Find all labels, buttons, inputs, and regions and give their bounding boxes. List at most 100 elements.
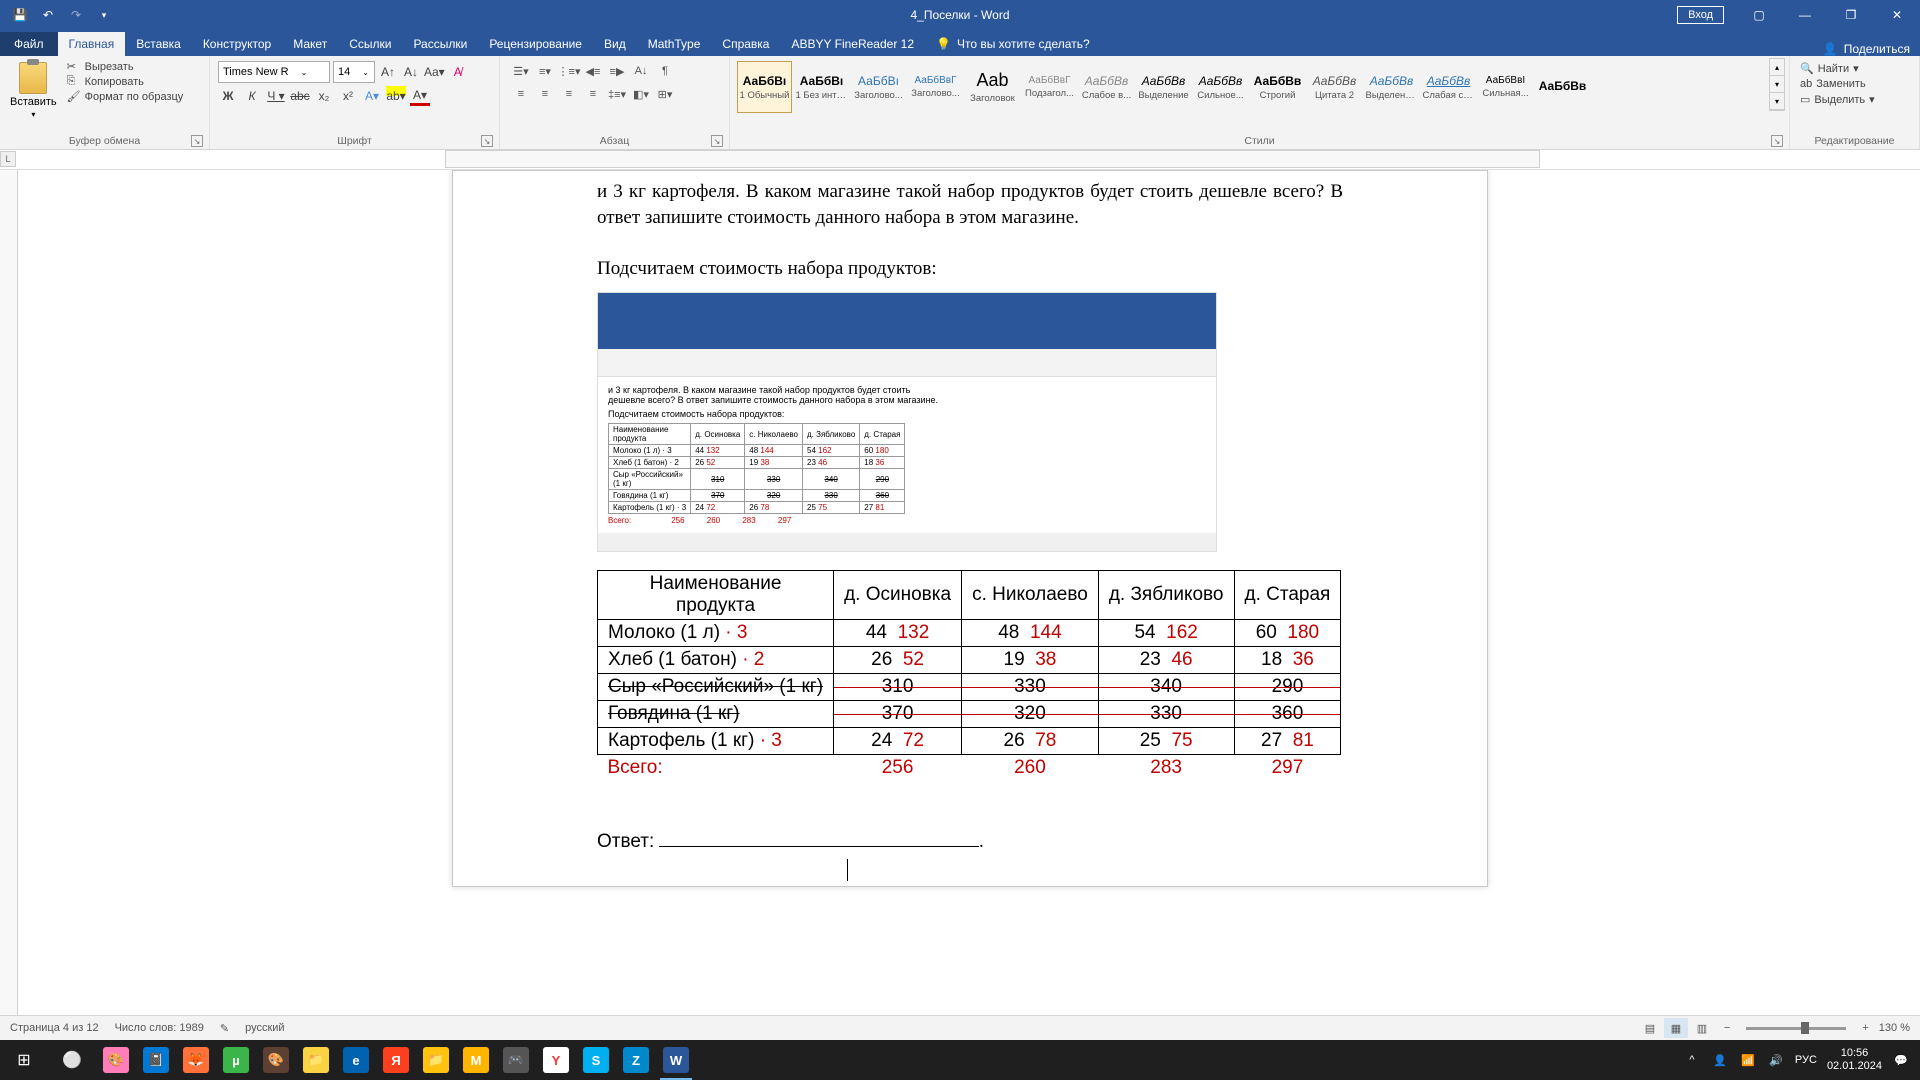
table-header[interactable]: д. Осиновка [834,571,962,620]
tray-notifications-icon[interactable]: 💬 [1892,1051,1910,1069]
style-item[interactable]: АаБбВвСлабое в... [1079,61,1134,113]
style-item[interactable]: АаБбВıЗаголово... [851,61,906,113]
table-header[interactable]: д. Старая [1234,571,1341,620]
styles-launcher[interactable]: ↘ [1771,135,1783,147]
page[interactable]: и 3 кг картофеля. В каком магазине такой… [452,170,1488,887]
share-button[interactable]: Поделиться [1844,42,1910,56]
tab-file[interactable]: Файл [0,32,58,56]
style-item[interactable]: АаБбВвЦитата 2 [1307,61,1362,113]
numbering-icon[interactable]: ≡▾ [534,61,556,81]
bullets-icon[interactable]: ☰▾ [510,61,532,81]
tray-people-icon[interactable]: 👤 [1711,1051,1729,1069]
horizontal-ruler[interactable] [445,150,1540,168]
style-item[interactable]: АаБбВвСтрогий [1250,61,1305,113]
table-cell[interactable]: 290 [1234,674,1341,701]
style-item[interactable]: AabЗаголовок [965,61,1020,113]
table-cell[interactable]: Молоко (1 л) · 3 [598,620,834,647]
start-button[interactable]: ⊞ [0,1040,48,1080]
tab-insert[interactable]: Вставка [125,32,192,56]
table-cell[interactable]: 60 180 [1234,620,1341,647]
table-header[interactable]: Наименованиепродукта [598,571,834,620]
table-cell[interactable]: 310 [834,674,962,701]
table-cell[interactable]: Картофель (1 кг) · 3 [598,728,834,755]
font-launcher[interactable]: ↘ [481,135,493,147]
taskbar-app[interactable]: e [336,1040,376,1080]
style-item[interactable]: АаБбВв [1535,61,1590,113]
total-cell[interactable]: 256 [834,755,962,782]
select-button[interactable]: ▭Выделить ▾ [1800,92,1875,107]
table-cell[interactable]: 23 46 [1098,647,1234,674]
paragraph-launcher[interactable]: ↘ [711,135,723,147]
tab-abbyy[interactable]: ABBYY FineReader 12 [780,32,925,56]
align-right-icon[interactable]: ≡ [558,84,580,104]
clipboard-launcher[interactable]: ↘ [191,135,203,147]
spellcheck-icon[interactable]: ✎ [220,1022,229,1035]
table-cell[interactable]: 24 72 [834,728,962,755]
answer-line[interactable]: Ответ: . [597,829,1343,853]
ruler-corner[interactable]: L [0,151,16,167]
align-center-icon[interactable]: ≡ [534,84,556,104]
format-painter-button[interactable]: 🖌Формат по образцу [67,90,184,104]
ribbon-options-icon[interactable]: ▢ [1736,0,1782,30]
embedded-screenshot[interactable]: и 3 кг картофеля. В каком магазине такой… [597,292,1217,552]
view-print-icon[interactable]: ▦ [1664,1018,1688,1038]
search-button[interactable]: ⚪ [48,1040,96,1080]
line-spacing-icon[interactable]: ‡≡▾ [606,84,628,104]
zoom-out-button[interactable]: − [1724,1022,1730,1034]
share-icon[interactable]: 👤 [1823,42,1838,56]
table-cell[interactable]: 27 81 [1234,728,1341,755]
taskbar-app[interactable]: Я [376,1040,416,1080]
table-cell[interactable]: 26 52 [834,647,962,674]
table-cell[interactable]: Говядина (1 кг) [598,701,834,728]
table-cell[interactable]: 25 75 [1098,728,1234,755]
indent-inc-icon[interactable]: ≡▶ [606,61,628,81]
table-cell[interactable]: 44 132 [834,620,962,647]
table-header[interactable]: д. Зябликово [1098,571,1234,620]
taskbar-word[interactable]: W [656,1040,696,1080]
font-color-icon[interactable]: A▾ [410,86,430,106]
tray-clock[interactable]: 10:5602.01.2024 [1827,1047,1882,1073]
shading-icon[interactable]: ◧▾ [630,84,652,104]
minimize-button[interactable]: — [1782,0,1828,30]
total-cell[interactable]: 260 [962,755,1099,782]
paragraph-1[interactable]: и 3 кг картофеля. В каком магазине такой… [597,179,1343,230]
paragraph-2[interactable]: Подсчитаем стоимость набора продуктов: [597,258,1343,280]
taskbar-app[interactable]: 📁 [296,1040,336,1080]
multilevel-icon[interactable]: ⋮≡▾ [558,61,580,81]
tab-references[interactable]: Ссылки [338,32,402,56]
text-effects-icon[interactable]: A▾ [362,86,382,106]
table-cell[interactable]: 340 [1098,674,1234,701]
tab-mathtype[interactable]: MathType [637,32,712,56]
align-justify-icon[interactable]: ≡ [582,84,604,104]
style-item[interactable]: АаБбВвГЗаголово... [908,61,963,113]
taskbar-app[interactable]: Z [616,1040,656,1080]
tab-home[interactable]: Главная [58,32,126,56]
total-cell[interactable]: 283 [1098,755,1234,782]
tray-ime[interactable]: РУС [1795,1054,1817,1066]
borders-icon[interactable]: ⊞▾ [654,84,676,104]
taskbar-app[interactable]: 📓 [136,1040,176,1080]
paste-button[interactable]: Вставить ▾ [4,58,63,123]
change-case-icon[interactable]: Aa▾ [424,62,445,82]
view-web-icon[interactable]: ▥ [1690,1018,1714,1038]
show-marks-icon[interactable]: ¶ [654,61,676,81]
status-words[interactable]: Число слов: 1989 [115,1022,204,1034]
copy-button[interactable]: ⎘Копировать [67,75,184,89]
undo-icon[interactable]: ↶ [36,3,60,27]
tab-help[interactable]: Справка [711,32,780,56]
strike-button[interactable]: abc [290,86,310,106]
table-cell[interactable]: Сыр «Российский» (1 кг) [598,674,834,701]
superscript-button[interactable]: x² [338,86,358,106]
grow-font-icon[interactable]: A↑ [378,62,398,82]
tab-review[interactable]: Рецензирование [478,32,593,56]
shrink-font-icon[interactable]: A↓ [401,62,421,82]
align-left-icon[interactable]: ≡ [510,84,532,104]
table-cell[interactable]: 19 38 [962,647,1099,674]
status-lang[interactable]: русский [245,1022,284,1034]
qat-customize-icon[interactable]: ▾ [92,3,116,27]
maximize-button[interactable]: ❐ [1828,0,1874,30]
font-name-combo[interactable]: Times New R⌄ [218,61,330,83]
table-header[interactable]: с. Николаево [962,571,1099,620]
total-label[interactable]: Всего: [598,755,834,782]
taskbar-app[interactable]: 🎨 [256,1040,296,1080]
